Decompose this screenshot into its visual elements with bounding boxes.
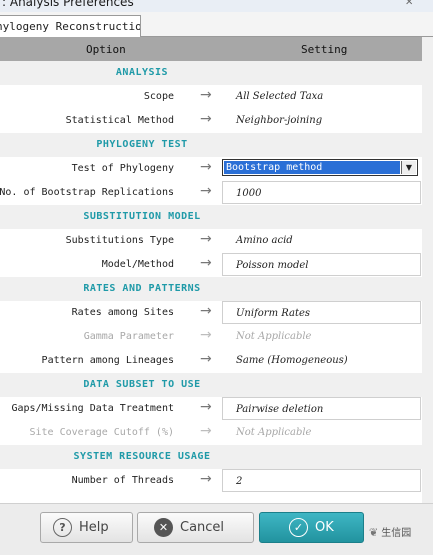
field-value: 1000 [236,188,262,199]
gamma-parameter-value: Not Applicable [236,331,312,342]
button-bar: ? Help ✕ Cancel ✓ OK ❦ 生信园 [0,503,433,555]
ok-button[interactable]: ✓ OK [259,512,364,543]
gaps-missing-data-field[interactable]: Pairwise deletion [222,397,421,420]
arrow-icon: → [200,159,212,175]
help-button-label: Help [79,520,109,535]
watermark: ❦ 生信园 [369,524,411,539]
row-gamma-parameter: Gamma Parameter → Not Applicable [0,325,422,349]
section-phylogeny-test: PHYLOGENY TEST [0,133,422,157]
section-system-resource-usage: SYSTEM RESOURCE USAGE [0,445,422,469]
field-value: 2 [236,476,243,487]
ok-button-label: OK [315,520,334,535]
row-rates-among-sites[interactable]: Rates among Sites → Uniform Rates [0,301,422,325]
option-label: No. of Bootstrap Replications [0,187,174,198]
section-label: SYSTEM RESOURCE USAGE [73,451,211,462]
section-analysis: ANALYSIS [0,61,422,85]
section-data-subset: DATA SUBSET TO USE [0,373,422,397]
option-label: Substitutions Type [65,235,174,246]
option-label: Number of Threads [71,475,174,486]
select-value: Bootstrap method [224,161,400,174]
row-test-of-phylogeny[interactable]: Test of Phylogeny → Bootstrap method ▼ [0,157,422,181]
row-statistical-method[interactable]: Statistical Method → Neighbor-joining [0,109,422,133]
option-label: Model/Method [101,259,174,270]
option-label: Rates among Sites [71,307,174,318]
arrow-icon: → [200,399,212,415]
section-label: PHYLOGENY TEST [96,139,188,150]
arrow-icon: → [200,303,212,319]
preferences-grid: Option Setting ANALYSIS Scope → All Sele… [0,37,422,503]
arrow-icon: → [200,183,212,199]
tab-label: hylogeny Reconstruction [0,20,141,33]
chevron-down-icon[interactable]: ▼ [401,161,416,174]
field-value: Pairwise deletion [236,404,324,415]
scope-value[interactable]: All Selected Taxa [236,91,323,102]
vertical-scrollbar[interactable] [422,37,433,503]
row-pattern-among-lineages[interactable]: Pattern among Lineages → Same (Homogeneo… [0,349,422,373]
section-label: RATES AND PATTERNS [83,283,201,294]
arrow-icon: → [200,471,212,487]
arrow-icon: → [200,351,212,367]
row-bootstrap-replications[interactable]: No. of Bootstrap Replications → 1000 [0,181,422,205]
option-label: Test of Phylogeny [71,163,174,174]
bootstrap-replications-field[interactable]: 1000 [222,181,421,204]
option-label: Gaps/Missing Data Treatment [11,403,174,414]
statistical-method-value[interactable]: Neighbor-joining [236,115,322,126]
setting-column-header: Setting [301,43,348,56]
close-icon: ✕ [154,518,173,537]
rates-among-sites-field[interactable]: Uniform Rates [222,301,421,324]
option-label: Site Coverage Cutoff (%) [29,427,175,438]
help-button[interactable]: ? Help [40,512,133,543]
window-title: : Analysis Preferences [2,0,134,9]
arrow-icon: → [200,423,212,439]
wechat-icon: ❦ [369,526,379,539]
section-substitution-model: SUBSTITUTION MODEL [0,205,422,229]
close-icon[interactable]: ✕ [405,0,413,8]
tab-phylogeny-reconstruction[interactable]: hylogeny Reconstruction [0,15,141,37]
row-model-method[interactable]: Model/Method → Poisson model [0,253,422,277]
arrow-icon: → [200,111,212,127]
option-label: Pattern among Lineages [41,355,174,366]
number-of-threads-field[interactable]: 2 [222,469,421,492]
substitutions-type-value[interactable]: Amino acid [236,235,293,246]
test-of-phylogeny-select[interactable]: Bootstrap method ▼ [222,159,418,176]
site-coverage-cutoff-value: Not Applicable [236,427,312,438]
section-label: DATA SUBSET TO USE [83,379,201,390]
row-site-coverage-cutoff: Site Coverage Cutoff (%) → Not Applicabl… [0,421,422,445]
question-icon: ? [53,518,72,537]
cancel-button[interactable]: ✕ Cancel [137,512,254,543]
pattern-among-lineages-value[interactable]: Same (Homogeneous) [236,355,348,366]
arrow-icon: → [200,327,212,343]
check-icon: ✓ [289,518,308,537]
option-label: Scope [143,91,174,102]
arrow-icon: → [200,231,212,247]
field-value: Poisson model [236,260,309,271]
title-bar: : Analysis Preferences ✕ [0,0,433,12]
row-scope[interactable]: Scope → All Selected Taxa [0,85,422,109]
option-label: Statistical Method [65,115,174,126]
row-number-of-threads[interactable]: Number of Threads → 2 [0,469,422,493]
field-value: Uniform Rates [236,308,311,319]
arrow-icon: → [200,255,212,271]
tab-strip: hylogeny Reconstruction [0,12,433,37]
row-substitutions-type[interactable]: Substitutions Type → Amino acid [0,229,422,253]
section-label: ANALYSIS [115,67,169,78]
cancel-button-label: Cancel [180,520,225,535]
option-label: Gamma Parameter [83,331,174,342]
watermark-text: 生信园 [381,528,412,539]
grid-header: Option Setting [0,37,422,61]
option-column-header: Option [86,43,126,56]
row-gaps-missing-data[interactable]: Gaps/Missing Data Treatment → Pairwise d… [0,397,422,421]
section-label: SUBSTITUTION MODEL [83,211,201,222]
model-method-field[interactable]: Poisson model [222,253,421,276]
arrow-icon: → [200,87,212,103]
section-rates-and-patterns: RATES AND PATTERNS [0,277,422,301]
